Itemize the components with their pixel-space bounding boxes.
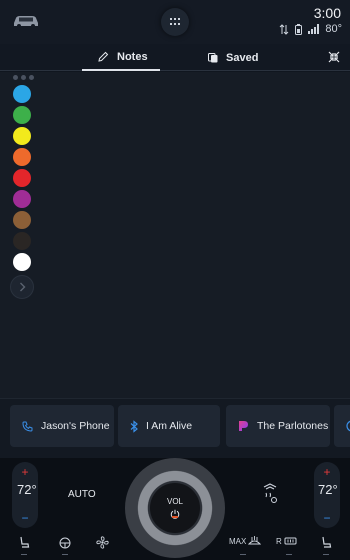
color-swatch[interactable]: [13, 211, 31, 229]
auto-climate-button[interactable]: AUTO: [68, 489, 96, 500]
bluetooth-icon: [130, 419, 138, 433]
driver-temperature: 72°: [17, 482, 37, 497]
car-icon[interactable]: [12, 12, 40, 28]
outside-temperature: 80°: [325, 23, 342, 35]
level-indicator: [21, 554, 27, 555]
color-swatch[interactable]: [13, 148, 31, 166]
rear-defrost-button[interactable]: R: [276, 536, 297, 546]
pencil-icon: [98, 51, 109, 62]
climate-shortcuts: MAX R: [0, 534, 350, 558]
media-card-bluetooth[interactable]: I Am Alive: [118, 405, 220, 447]
front-defrost-icon: [248, 536, 262, 545]
media-card-label: I Am Alive: [146, 420, 193, 432]
rear-defrost-icon: [284, 537, 297, 545]
data-transfer-icon: [280, 23, 289, 35]
palette-next-button[interactable]: [10, 275, 34, 299]
heated-wheel-button[interactable]: [58, 536, 72, 549]
level-indicator: [240, 554, 246, 555]
status-bar: 3:00 80°: [0, 0, 350, 44]
volume-label: VOL: [166, 497, 183, 506]
chevron-right-icon: [19, 282, 25, 292]
fan-icon: [96, 536, 109, 549]
color-swatch[interactable]: [13, 169, 31, 187]
color-swatch[interactable]: [13, 253, 31, 271]
media-source-icon: [346, 420, 350, 432]
heated-steering-wheel-icon: [59, 537, 71, 549]
passenger-temp-up-button[interactable]: +: [323, 466, 330, 478]
passenger-temperature: 72°: [318, 482, 338, 497]
tab-saved[interactable]: Saved: [208, 44, 258, 71]
app-launcher-button[interactable]: [161, 8, 189, 36]
media-card-next[interactable]: [334, 405, 350, 447]
fan-button[interactable]: [96, 536, 109, 549]
tab-notes-label: Notes: [117, 50, 148, 63]
signal-strength-icon: [308, 24, 320, 34]
status-icons: 80°: [279, 23, 342, 35]
level-indicator: [62, 554, 68, 555]
color-swatch[interactable]: [13, 127, 31, 145]
collapse-icon[interactable]: [328, 51, 340, 63]
media-card-label: The Parlotones: [257, 420, 329, 432]
media-card-phone[interactable]: Jason's Phone: [10, 405, 114, 447]
seat-icon: [20, 536, 30, 548]
heated-seat-right-button[interactable]: [320, 536, 332, 549]
driver-temp-up-button[interactable]: +: [21, 466, 28, 478]
level-indicator: [286, 554, 292, 555]
pandora-icon: [239, 421, 248, 431]
saved-pages-icon: [208, 52, 218, 62]
rear-defrost-label: R: [276, 536, 282, 546]
clock: 3:00: [313, 5, 341, 21]
max-defrost-button[interactable]: MAX: [229, 536, 262, 546]
drawing-canvas[interactable]: [0, 72, 350, 398]
color-palette: [10, 75, 36, 299]
phone-battery-icon: [295, 23, 303, 35]
level-indicator: [323, 554, 329, 555]
grid-icon: [170, 18, 180, 26]
phone-icon: [22, 421, 33, 432]
passenger-temp-down-button[interactable]: −: [323, 512, 330, 524]
color-swatch[interactable]: [13, 106, 31, 124]
driver-temp-down-button[interactable]: −: [21, 512, 28, 524]
palette-handle[interactable]: [10, 75, 36, 80]
max-defrost-label: MAX: [229, 536, 247, 546]
tab-saved-label: Saved: [226, 51, 259, 64]
color-swatch[interactable]: [13, 85, 31, 103]
media-source-strip: Jason's Phone I Am Alive The Parlotones: [0, 398, 350, 458]
seat-icon: [322, 536, 332, 548]
volume-indicator: [172, 516, 178, 518]
tab-notes[interactable]: Notes: [82, 44, 160, 71]
color-swatch[interactable]: [13, 190, 31, 208]
media-card-pandora[interactable]: The Parlotones: [226, 405, 330, 447]
media-card-label: Jason's Phone: [41, 420, 110, 432]
volume-knob-center: VOL: [150, 483, 200, 533]
heated-seat-left-button[interactable]: [18, 536, 30, 549]
notes-tab-bar: Notes Saved: [0, 44, 350, 71]
auto-defrost-icon[interactable]: [260, 483, 280, 505]
climate-bar: + − 72° AUTO VOL + − 72° MAX R: [0, 458, 350, 560]
color-swatch[interactable]: [13, 232, 31, 250]
